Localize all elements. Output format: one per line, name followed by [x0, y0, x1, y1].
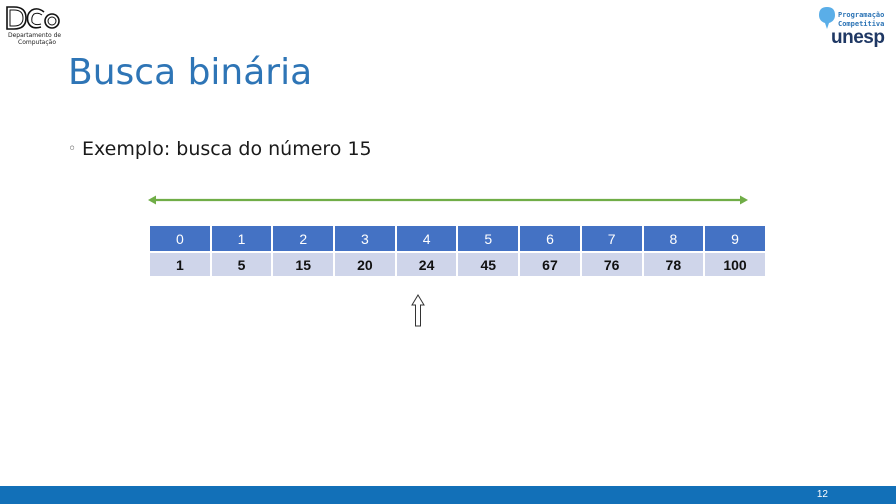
index-cell: 1: [210, 226, 274, 253]
index-cell: 8: [642, 226, 706, 253]
index-cell: 0: [150, 226, 212, 253]
value-cell: 45: [457, 252, 521, 278]
dco-logo-mark: [6, 6, 60, 30]
index-cell: 6: [519, 226, 582, 253]
index-cell: 9: [704, 226, 765, 253]
pointer-arrow-icon: [411, 294, 425, 327]
slide-title: Busca binária: [68, 52, 313, 93]
bullet-icon: ◦: [68, 141, 77, 157]
dco-logo-line1: Departamento de: [8, 32, 62, 39]
unesp-logo-line1: Programação: [838, 11, 885, 19]
value-cell: 20: [334, 252, 397, 278]
value-cell: 67: [519, 252, 582, 278]
array-table: 0 1 2 3 4 5 6 7 8 9 1 5 15 20 24 45 67 7…: [150, 226, 765, 278]
footer-bar: 12: [0, 486, 896, 504]
value-cell: 24: [395, 252, 459, 278]
value-cell: 15: [272, 252, 336, 278]
search-range-arrow: [148, 195, 748, 205]
value-row: 1 5 15 20 24 45 67 76 78 100: [150, 252, 765, 278]
value-cell: 100: [704, 252, 765, 278]
value-cell: 76: [580, 252, 644, 278]
index-cell: 2: [272, 226, 336, 253]
unesp-logo: Programação Competitiva unesp: [818, 4, 892, 48]
dco-logo-line2: Computação: [18, 39, 56, 46]
value-cell: 5: [210, 252, 274, 278]
bullet-text: Exemplo: busca do número 15: [82, 138, 372, 160]
index-cell: 4: [395, 226, 459, 253]
page-number: 12: [816, 489, 828, 500]
index-cell: 3: [334, 226, 397, 253]
index-row: 0 1 2 3 4 5 6 7 8 9: [150, 226, 765, 253]
index-cell: 5: [457, 226, 521, 253]
unesp-wordmark: unesp: [831, 27, 885, 48]
bullet-item: ◦ Exemplo: busca do número 15: [68, 136, 372, 162]
index-cell: 7: [580, 226, 644, 253]
dco-logo: Departamento de Computação: [4, 4, 68, 46]
value-cell: 1: [150, 252, 212, 278]
value-cell: 78: [642, 252, 706, 278]
